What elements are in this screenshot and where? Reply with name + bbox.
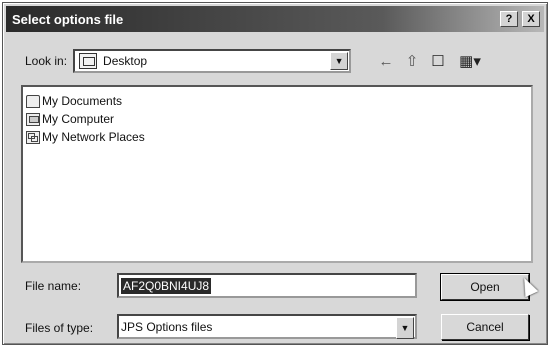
up-folder-icon[interactable]: ⇧ bbox=[401, 51, 423, 71]
chevron-down-icon[interactable]: ▼ bbox=[330, 52, 349, 70]
list-item[interactable]: My Network Places bbox=[26, 128, 528, 146]
file-type-value: JPS Options files bbox=[121, 319, 213, 334]
file-list[interactable]: My Documents My Computer My Network Plac… bbox=[21, 85, 533, 263]
back-arrow-icon[interactable]: ← bbox=[375, 51, 397, 71]
desktop-folder-icon bbox=[79, 53, 98, 69]
view-menu-icon[interactable]: ▦▾ bbox=[455, 51, 485, 71]
file-item-label: My Documents bbox=[42, 94, 123, 108]
select-options-dialog: Select options file ? X Look in: Desktop… bbox=[2, 2, 548, 345]
file-type-select[interactable]: JPS Options files ▼ bbox=[117, 314, 417, 339]
file-name-label: File name: bbox=[25, 279, 82, 293]
file-item-label: My Network Places bbox=[42, 130, 145, 144]
dialog-title: Select options file bbox=[12, 11, 124, 27]
file-name-value: AF2Q0BNI4UJ8 bbox=[121, 277, 212, 294]
look-in-row: Look in: Desktop ▼ bbox=[25, 49, 352, 73]
file-item-label: My Computer bbox=[42, 112, 115, 126]
title-bar[interactable]: Select options file ? X bbox=[6, 6, 544, 32]
look-in-select[interactable]: Desktop ▼ bbox=[73, 49, 352, 73]
look-in-value: Desktop bbox=[103, 54, 148, 68]
close-button[interactable]: X bbox=[522, 11, 540, 27]
file-name-input[interactable]: AF2Q0BNI4UJ8 bbox=[117, 273, 417, 298]
network-icon bbox=[26, 130, 40, 144]
chevron-down-icon[interactable]: ▼ bbox=[396, 317, 414, 339]
file-type-label: Files of type: bbox=[25, 321, 94, 335]
cancel-button[interactable]: Cancel bbox=[441, 314, 529, 340]
documents-icon bbox=[26, 94, 40, 108]
look-in-label: Look in: bbox=[25, 54, 68, 68]
open-button[interactable]: Open bbox=[440, 273, 530, 301]
help-button[interactable]: ? bbox=[500, 11, 518, 27]
list-item[interactable]: My Computer bbox=[26, 110, 528, 128]
list-item[interactable]: My Documents bbox=[26, 92, 528, 110]
computer-icon bbox=[26, 112, 40, 126]
new-folder-icon[interactable]: ☐ bbox=[427, 51, 449, 71]
